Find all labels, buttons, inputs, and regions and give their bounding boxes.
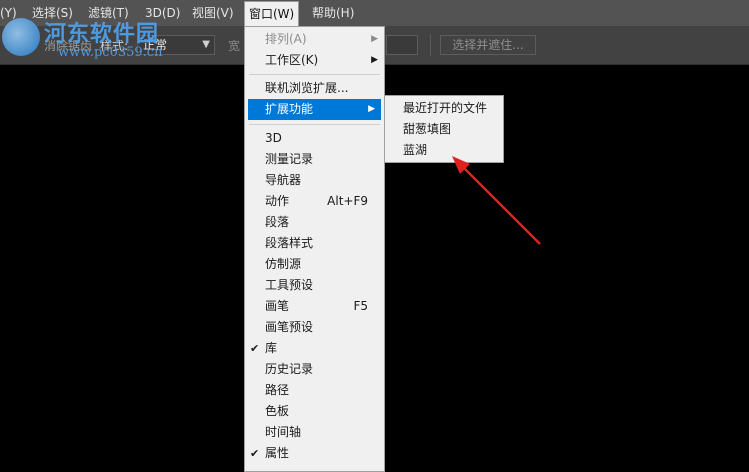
- annotation-arrow-icon: [452, 156, 541, 245]
